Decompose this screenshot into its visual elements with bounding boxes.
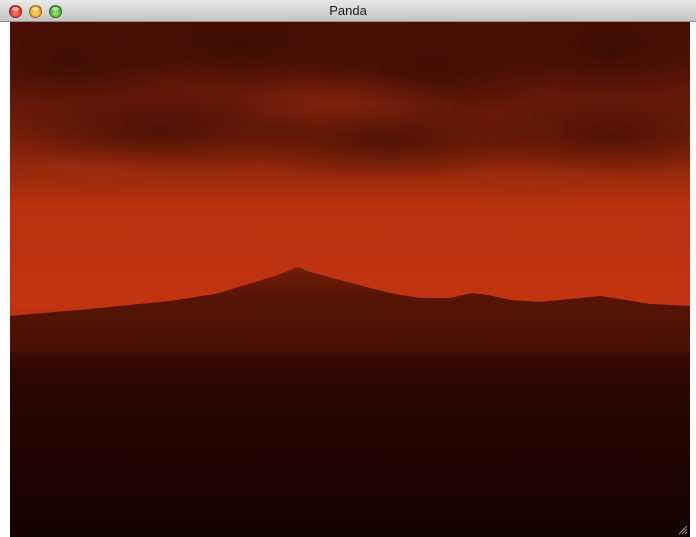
window-title: Panda (329, 3, 367, 18)
app-window: Panda (0, 0, 696, 537)
title-bar[interactable]: Panda (0, 0, 696, 22)
resize-grip-icon[interactable] (677, 524, 688, 535)
cloud-layer (10, 22, 690, 204)
terrain-scene (10, 22, 690, 537)
render-viewport[interactable] (10, 22, 690, 537)
